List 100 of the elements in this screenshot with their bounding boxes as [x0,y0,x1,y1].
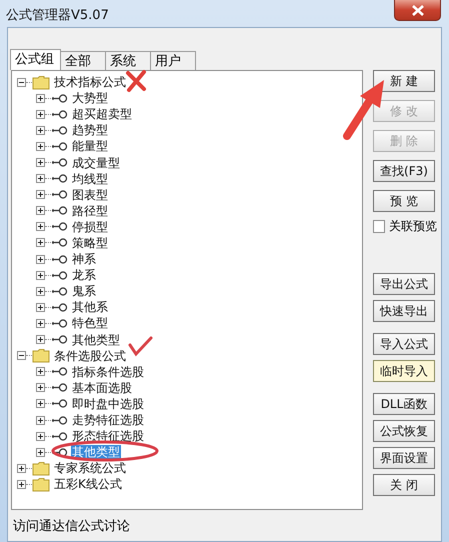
tab[interactable]: 公式组 [10,49,61,70]
key-icon [51,158,68,168]
expand-icon[interactable] [36,383,45,392]
action-button[interactable]: DLL函数 [373,393,435,415]
checkbox[interactable] [373,220,385,233]
expand-icon[interactable] [36,448,45,457]
expand-icon[interactable] [36,367,45,376]
key-icon [51,222,68,232]
arrow-mark [343,80,384,140]
key-icon [51,302,68,312]
key-icon [51,238,68,248]
tree-item[interactable]: 图表型 [71,188,109,202]
expand-icon[interactable] [36,254,45,264]
key-icon [51,367,68,376]
check-mark [128,336,152,356]
tab[interactable]: 系统 [105,51,151,70]
tree-item[interactable]: 条件选股公式 [53,348,127,363]
action-button[interactable]: 导入公式 [373,333,435,355]
tree-item[interactable]: 路径型 [71,204,109,218]
key-icon [51,126,68,135]
action-button[interactable]: 界面设置 [373,447,435,469]
tree-item[interactable]: 即时盘中选股 [71,396,145,411]
action-button[interactable]: 公式恢复 [373,420,435,442]
key-icon [51,432,68,441]
folder-icon [32,460,50,476]
tree-item[interactable]: 龙系 [71,268,97,282]
expand-icon[interactable] [36,416,45,425]
tree-item[interactable]: 专家系统公式 [53,461,127,476]
key-icon [51,110,68,119]
action-button[interactable]: 新 建 [373,70,435,92]
tree-item[interactable]: 技术指标公式 [53,75,127,90]
close-button[interactable] [394,0,441,21]
tree-item[interactable]: 超买超卖型 [71,107,133,122]
folder-icon [32,348,50,364]
key-icon [51,142,68,151]
key-icon [51,174,68,184]
key-icon [51,318,68,328]
folder-icon [32,74,50,90]
folder-icon [32,476,50,492]
tree-item[interactable]: 特色型 [71,316,109,330]
key-icon [51,94,68,103]
expand-icon[interactable] [36,142,45,151]
action-button[interactable]: 临时导入 [373,360,435,382]
tree-item[interactable]: 其他系 [71,300,109,314]
expand-icon[interactable] [36,399,45,408]
key-icon [51,416,68,425]
key-icon [51,399,68,408]
status-text: 访问通达信公式讨论 [13,518,131,535]
expand-icon[interactable] [36,335,45,344]
tree-item[interactable]: 基本面选股 [71,380,133,395]
expand-icon[interactable] [36,432,45,441]
expand-icon[interactable] [36,302,45,312]
expand-icon[interactable] [36,270,45,280]
key-icon [51,383,68,392]
tree-item[interactable]: 其他类型 [71,332,121,347]
cross-mark [126,70,146,92]
expand-icon[interactable] [36,190,45,200]
tree-item[interactable]: 五彩K线公式 [53,477,123,492]
tree-item[interactable]: 大势型 [71,91,109,106]
expand-icon[interactable] [36,206,45,216]
tree-item[interactable]: 走势特征选股 [71,413,145,428]
expand-icon[interactable] [17,464,26,473]
tree-item[interactable]: 策略型 [71,236,109,250]
key-icon [51,254,68,264]
tree-item[interactable]: 神系 [71,252,97,266]
tree-item[interactable]: 趋势型 [71,123,109,138]
expand-icon[interactable] [36,94,45,103]
collapse-icon[interactable] [17,78,26,87]
tree-item[interactable]: 停损型 [71,220,109,234]
checkbox-label: 关联预览 [389,218,437,235]
key-icon [51,286,68,296]
tree-item[interactable]: 成交量型 [71,156,121,170]
expand-icon[interactable] [36,110,45,119]
tree-item[interactable]: 鬼系 [71,284,97,298]
expand-icon[interactable] [36,238,45,248]
expand-icon[interactable] [36,126,45,135]
action-button[interactable]: 查找(F3) [373,160,435,182]
tree-item[interactable]: 指标条件选股 [71,364,145,379]
tree-item[interactable]: 能量型 [71,139,109,154]
action-button[interactable]: 导出公式 [373,273,435,295]
expand-icon[interactable] [17,480,26,489]
action-button[interactable]: 预 览 [373,190,435,212]
action-button[interactable]: 关 闭 [373,474,435,496]
tab[interactable]: 用户 [150,51,196,70]
action-button[interactable]: 快速导出 [373,300,435,322]
close-icon [410,4,424,16]
tree-item[interactable]: 均线型 [71,172,109,186]
expand-icon[interactable] [36,222,45,232]
tree-item[interactable]: 其他类型 [71,445,121,460]
key-icon [51,206,68,216]
expand-icon[interactable] [36,158,45,168]
key-icon [51,335,68,344]
expand-icon[interactable] [36,318,45,328]
key-icon [51,270,68,280]
expand-icon[interactable] [36,286,45,296]
tab[interactable]: 全部 [60,51,106,70]
window-title: 公式管理器V5.07 [6,7,109,24]
key-icon [51,190,68,200]
collapse-icon[interactable] [17,351,26,360]
expand-icon[interactable] [36,174,45,184]
